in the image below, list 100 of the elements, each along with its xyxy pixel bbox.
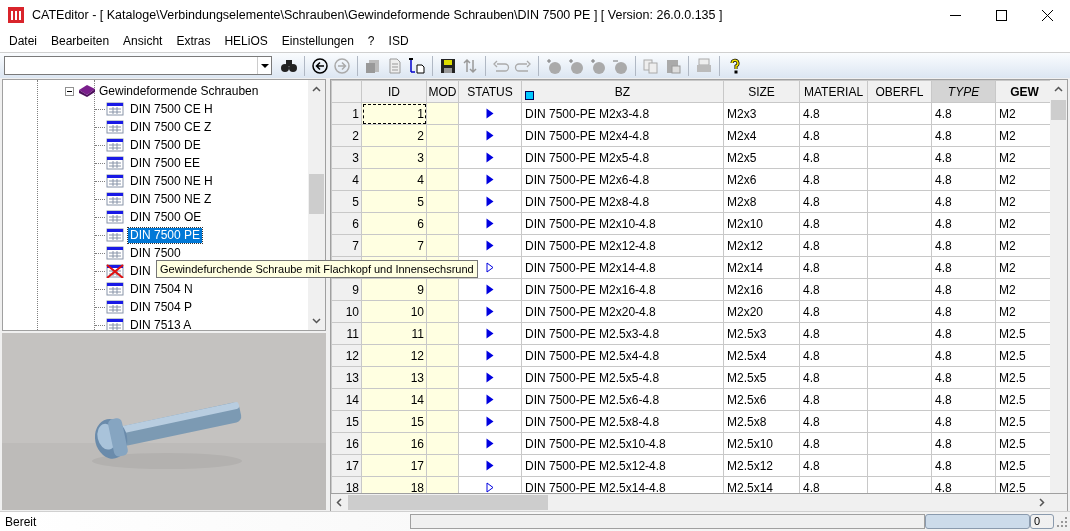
tree-item[interactable]: DIN 7500 CE H (128, 101, 215, 117)
scroll-left-icon (336, 498, 342, 507)
table-cell: 4.8 (799, 234, 868, 257)
row-number: 4 (331, 168, 362, 191)
outline-triangle-icon (486, 482, 494, 493)
table-cell: 4.8 (931, 168, 996, 191)
table-cell: 4.8 (799, 410, 868, 433)
play-triangle-icon (486, 284, 494, 295)
table-cell: M2x8 (723, 190, 800, 213)
add-row-icon[interactable] (545, 56, 563, 75)
tree-item[interactable]: DIN 7500 NE Z (128, 191, 214, 207)
column-header[interactable]: SIZE (723, 80, 800, 103)
play-triangle-icon (486, 416, 494, 427)
tree-item[interactable]: DIN 7500 PE (128, 227, 203, 243)
tree-item[interactable]: DIN 7504 N (128, 281, 195, 297)
column-header[interactable]: STATUS (458, 80, 522, 103)
table-cell: 4.8 (799, 344, 868, 367)
scrollbar[interactable] (330, 494, 1068, 511)
outline-triangle-icon (486, 262, 494, 273)
tree-item[interactable]: DIN 7513 A (128, 317, 194, 330)
table-cell: 4.8 (931, 124, 996, 147)
row-number: 6 (331, 212, 362, 235)
scroll-up-icon (1054, 86, 1063, 92)
menu-item[interactable]: Bearbeiten (44, 32, 117, 50)
table-cell: M2.5x3 (723, 322, 800, 345)
row-number: 13 (331, 366, 362, 389)
menu-item[interactable]: ? (360, 32, 382, 50)
printer-icon[interactable] (695, 56, 713, 75)
menu-item[interactable]: Ansicht (116, 32, 170, 50)
table-cell: 4.8 (931, 190, 996, 213)
table-cell: 4.8 (931, 102, 996, 125)
row-number: 7 (331, 234, 362, 257)
play-triangle-icon (486, 394, 494, 405)
table-cell: DIN 7500-PE M2x12-4.8 (521, 234, 724, 257)
menu-item[interactable]: HELiOS (217, 32, 275, 50)
table-cell: 4.8 (931, 322, 996, 345)
add-row-icon[interactable] (589, 56, 607, 75)
play-triangle-icon (486, 218, 494, 229)
close-icon (1041, 9, 1053, 21)
table-cell: 4.8 (931, 410, 996, 433)
scrollbar-thumb[interactable] (309, 174, 324, 214)
column-header[interactable]: ID (361, 80, 427, 103)
save-icon[interactable] (439, 56, 457, 75)
table-cell: DIN 7500-PE M2.5x4-4.8 (521, 344, 724, 367)
insert-document-icon[interactable] (408, 56, 426, 75)
count-panel: 0 (1030, 514, 1054, 529)
table-cell: 4.8 (931, 454, 996, 477)
tree-item[interactable]: DIN 7500 CE Z (128, 119, 214, 135)
tree-item[interactable]: DIN 7500 OE (128, 209, 204, 225)
tree-item[interactable]: DIN 7500 EE (128, 155, 203, 171)
menu-item[interactable]: Extras (169, 32, 218, 50)
column-header[interactable]: OBERFL (867, 80, 932, 103)
scrollbar[interactable] (1050, 80, 1067, 493)
table-cell: M2x12 (723, 234, 800, 257)
play-triangle-icon (486, 174, 494, 185)
link-icon (525, 91, 534, 100)
menu-item[interactable]: Datei (2, 32, 44, 50)
table-cell: DIN 7500-PE M2.5x10-4.8 (521, 432, 724, 455)
table-cell: 4.8 (799, 432, 868, 455)
table-cell: M2x14 (723, 256, 800, 279)
table-cell: DIN 7500-PE M2x16-4.8 (521, 278, 724, 301)
tree-item[interactable]: DIN 7504 P (128, 299, 195, 315)
row-number: 17 (331, 454, 362, 477)
tree-item[interactable]: DIN (128, 263, 153, 279)
table-cell: 4.8 (799, 190, 868, 213)
scrollbar-thumb[interactable] (1051, 100, 1066, 120)
scroll-right-icon (1039, 498, 1045, 507)
menu-item[interactable]: Einstellungen (274, 32, 361, 50)
scrollbar[interactable] (308, 80, 325, 330)
table-cell: DIN 7500-PE M2x4-4.8 (521, 124, 724, 147)
tree-item[interactable]: DIN 7500 DE (128, 137, 203, 153)
tree-item[interactable]: Gewindeformende Schrauben (99, 82, 259, 100)
play-triangle-icon (486, 460, 494, 471)
table-cell: M2x5 (723, 146, 800, 169)
search-dropdown[interactable] (4, 56, 272, 75)
menu-item[interactable]: ISD (381, 32, 416, 50)
play-triangle-icon (486, 108, 494, 119)
table-cell: M2x10 (723, 212, 800, 235)
table-cell: 4.8 (799, 212, 868, 235)
play-triangle-icon (486, 306, 494, 317)
copy-icon[interactable] (642, 56, 660, 75)
table-cell: M2x16 (723, 278, 800, 301)
add-row-icon[interactable] (567, 56, 585, 75)
column-header[interactable]: BZ (521, 80, 724, 103)
column-header[interactable]: MOD (426, 80, 459, 103)
table-cell: 4.8 (931, 344, 996, 367)
scrollbar-thumb[interactable] (348, 495, 548, 510)
table-cell: DIN 7500-PE M2x8-4.8 (521, 190, 724, 213)
play-triangle-icon (486, 240, 494, 251)
column-header[interactable]: TYPE (931, 80, 996, 103)
tree-item[interactable]: DIN 7500 NE H (128, 173, 215, 189)
table-cell: 4.8 (931, 300, 996, 323)
tree-item[interactable]: DIN 7500 (128, 245, 183, 261)
column-header[interactable]: MATERIAL (799, 80, 868, 103)
collapse-icon[interactable] (65, 86, 74, 96)
column-header[interactable]: GEW (995, 80, 1050, 103)
play-triangle-icon (486, 130, 494, 141)
table-cell: 4.8 (931, 256, 996, 279)
table-cell: DIN 7500-PE M2x3-4.8 (521, 102, 724, 125)
table-cell: 4.8 (931, 212, 996, 235)
